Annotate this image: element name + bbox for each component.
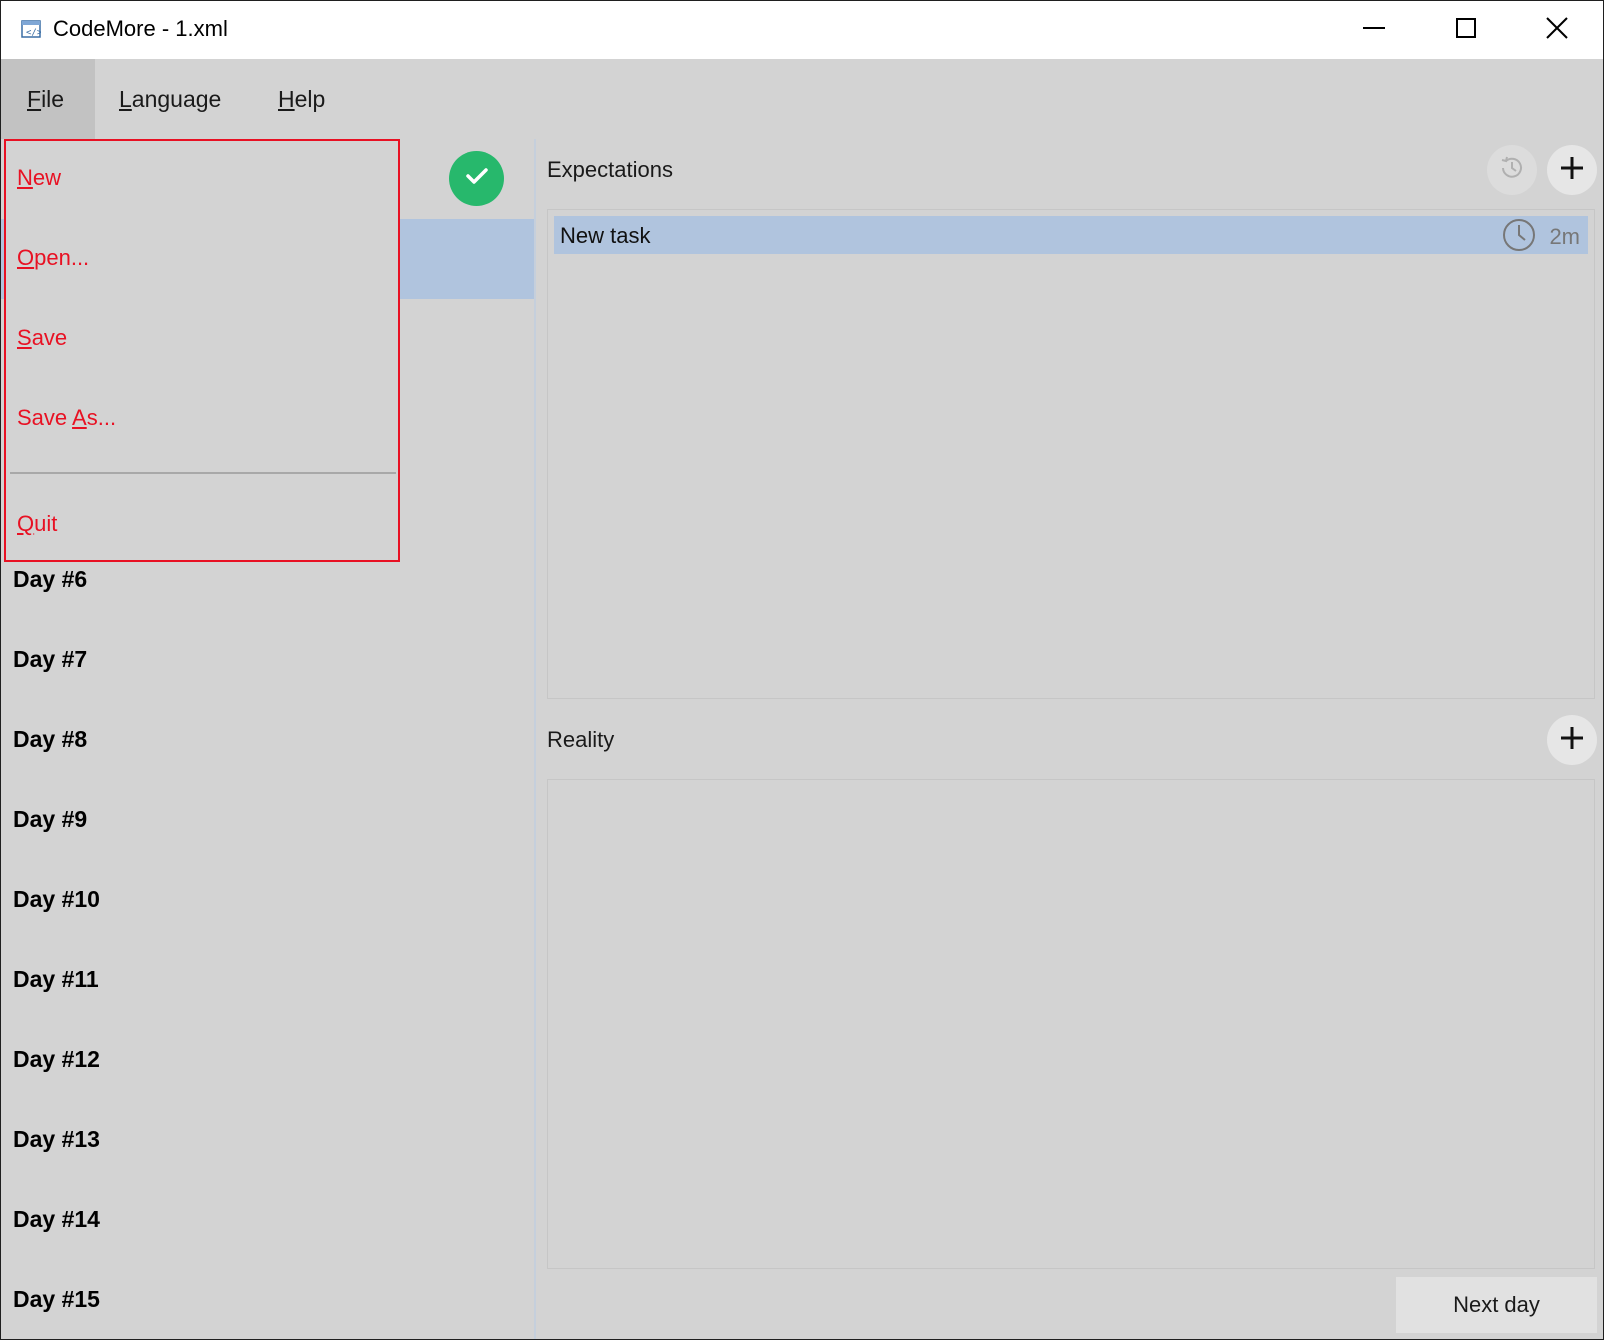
task-duration: 2m [1549,224,1580,249]
day-item[interactable]: Day #14 [13,1206,100,1233]
task-name: New task [560,223,651,248]
expectations-title: Expectations [547,157,673,182]
menu-language[interactable]: Language [93,59,247,139]
menu-item-quit[interactable]: Quit [17,511,57,537]
panel-divider[interactable] [534,139,536,1339]
day-item[interactable]: Day #10 [13,886,100,913]
day-item[interactable]: Day #12 [13,1046,100,1073]
close-button[interactable] [1511,1,1603,59]
maximize-icon [1454,16,1478,45]
svg-text:</>: </> [26,28,41,38]
title-bar: </> CodeMore - 1.xml [1,1,1603,59]
expectations-list: New task 2m [547,209,1595,699]
plus-icon [1559,155,1585,186]
completed-badge [449,151,504,206]
menu-item-new[interactable]: New [17,165,61,191]
menu-item-save[interactable]: Save [17,325,67,351]
menu-language-label: Language [119,85,222,112]
menu-help-label: Help [278,85,326,112]
check-icon [462,161,492,196]
minimize-icon [1362,16,1386,45]
menu-item-save-as[interactable]: Save As... [17,405,116,431]
add-expectation-button[interactable] [1547,145,1597,195]
file-menu-dropdown: New Open... Save Save As... Quit [4,139,400,562]
clock-icon [1502,218,1536,257]
next-day-button[interactable]: Next day [1396,1277,1597,1333]
app-code-icon: </> [21,19,43,39]
minimize-button[interactable] [1328,1,1420,59]
task-row[interactable]: New task 2m [554,216,1588,254]
day-item[interactable]: Day #6 [13,566,87,593]
menu-file-label: File [27,85,65,112]
plus-icon [1559,725,1585,756]
maximize-button[interactable] [1420,1,1512,59]
menu-bar: File Language Help [1,59,1603,139]
add-reality-button[interactable] [1547,715,1597,765]
day-item[interactable]: Day #11 [13,966,99,993]
menu-item-open[interactable]: Open... [17,245,89,271]
window-title: CodeMore - 1.xml [53,16,228,41]
history-icon [1497,153,1527,188]
reality-title: Reality [547,727,615,752]
day-item[interactable]: Day #13 [13,1126,100,1153]
day-item[interactable]: Day #7 [13,646,87,673]
day-item[interactable]: Day #15 [13,1286,100,1313]
close-icon [1545,16,1569,45]
day-item[interactable]: Day #9 [13,806,87,833]
app-window: </> CodeMore - 1.xml File Language Help … [0,0,1604,1340]
history-button[interactable] [1487,145,1537,195]
menu-help[interactable]: Help [252,59,351,139]
menu-file[interactable]: File [1,59,95,139]
day-item[interactable]: Day #8 [13,726,87,753]
menu-separator [10,472,396,474]
reality-list [547,779,1595,1269]
